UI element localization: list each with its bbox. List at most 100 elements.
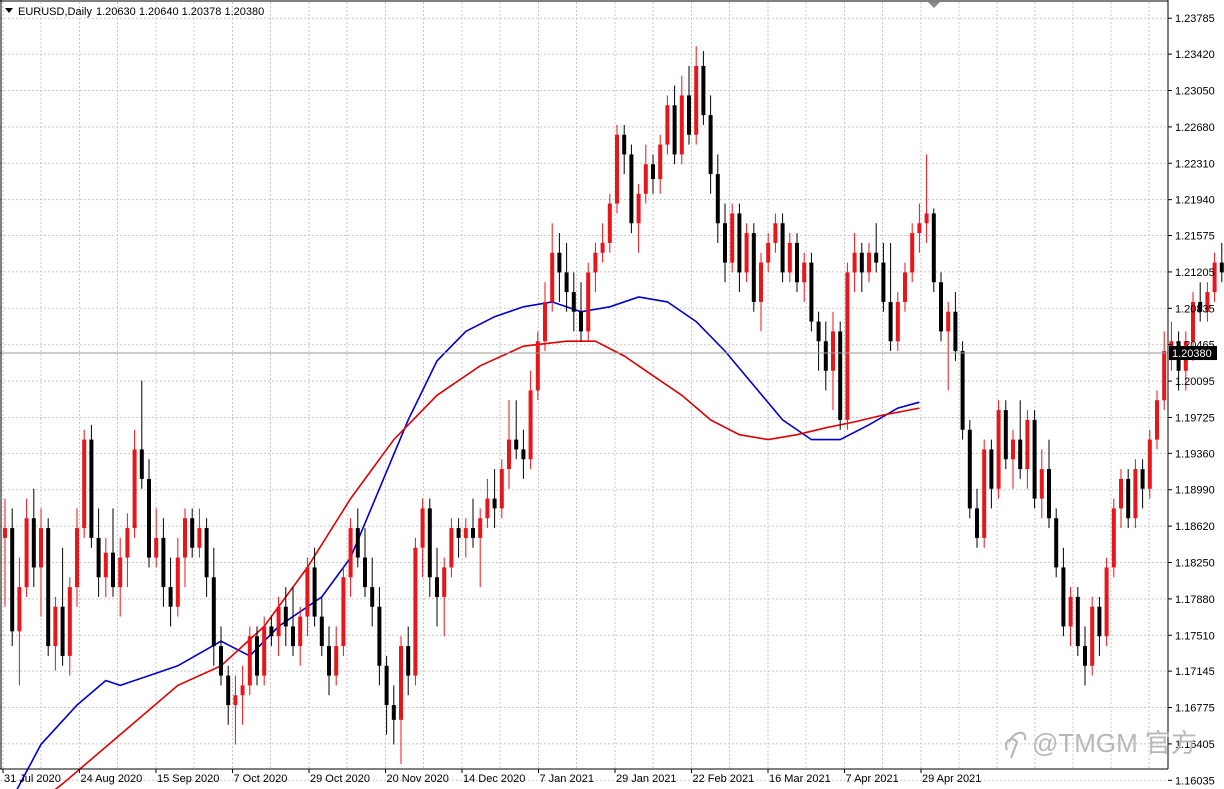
candle-body [823,341,828,371]
candle-body [1018,439,1023,470]
candle-body [471,528,475,538]
x-tick-label: 7 Jan 2021 [540,773,594,785]
y-tick-label: 1.23420 [1175,49,1215,61]
candle-body [975,508,979,538]
candle-body [204,528,209,578]
candle-body [931,213,936,283]
candle [89,424,94,548]
candle-body [622,134,627,155]
candle-body [370,587,375,607]
candle [629,144,634,234]
candle-body [39,528,43,568]
candle-body [535,341,540,391]
candle-body [895,301,900,342]
candle-body [319,616,324,647]
candle [845,262,850,430]
candle [1147,429,1152,499]
candle [535,331,540,401]
candle-body [1140,469,1145,489]
candle-body [1133,469,1138,519]
candle-body [939,282,943,332]
candle-body [132,449,137,529]
candle-body [413,547,418,676]
candle-body [449,528,454,568]
candle [751,223,756,312]
x-tick-label: 29 Jan 2021 [616,773,677,785]
candle-body [247,636,252,686]
candle-body [708,115,713,175]
candle-body [838,331,843,420]
candle-body [363,557,367,588]
candle-body [111,552,115,588]
candle-body [492,498,497,509]
candle-body [175,557,180,607]
candle-body [1090,606,1095,666]
candle [982,439,987,548]
candle-body [924,213,929,224]
candle-body [463,528,468,538]
y-tick-label: 1.21205 [1175,267,1215,279]
candle-body [658,144,663,179]
candle-body [816,321,821,342]
x-tick-label: 20 Nov 2020 [387,773,449,785]
candle-body [600,242,605,253]
candle-body [874,252,879,263]
candle-body [226,675,231,706]
candle-body [564,272,569,293]
candle-body [1162,351,1167,401]
candle-body [989,449,994,489]
candle-body [211,577,216,647]
candle-body [10,528,15,632]
x-tick-label: 7 Oct 2020 [234,773,288,785]
candle-body [679,95,684,155]
candle-body [312,567,317,617]
x-tick-label: 16 Mar 2021 [769,773,831,785]
candle-body [651,164,655,179]
candle-body [1061,567,1066,627]
current-price-tag: 1.20380 [1169,346,1217,361]
candle-body [701,65,706,116]
candle [1133,459,1138,529]
candle-body [240,685,245,696]
candle-body [442,567,447,597]
candle-body [219,646,223,676]
candle-body [615,134,619,204]
watermark: @TMGM 官方 [1005,728,1197,759]
y-tick-label: 1.16035 [1175,775,1215,787]
candle-body [694,65,699,135]
candle-body [996,410,1001,489]
candle [341,567,346,656]
candle-body [910,233,915,273]
candle-body [1075,596,1080,647]
y-tick-label: 1.23050 [1175,86,1215,98]
candle-body [17,587,22,632]
candle-body [917,223,922,234]
candle-body [1047,469,1051,519]
candle-body [802,262,807,283]
candle-body [427,508,432,578]
candle-body [327,646,331,676]
candle-body [852,252,857,273]
candle-body [75,528,79,588]
candle [967,419,972,519]
candle-body [1054,518,1059,568]
candle [615,124,619,214]
candle-body [291,626,295,647]
candle-body [579,311,583,332]
candle-body [809,262,814,322]
candle-body [183,518,187,558]
y-tick-label: 1.19360 [1175,448,1215,460]
candle-body [341,577,346,647]
candle-body [255,636,259,676]
candle-body [1119,478,1123,509]
candle-body [82,439,87,529]
candle-body [456,528,461,538]
candle [1090,596,1095,676]
candle-body [31,518,36,568]
candle-body [190,518,195,548]
candle-body [3,528,7,538]
candle-body [543,301,547,342]
candle [262,616,267,686]
candle [996,400,1001,499]
candle-body [276,606,281,637]
